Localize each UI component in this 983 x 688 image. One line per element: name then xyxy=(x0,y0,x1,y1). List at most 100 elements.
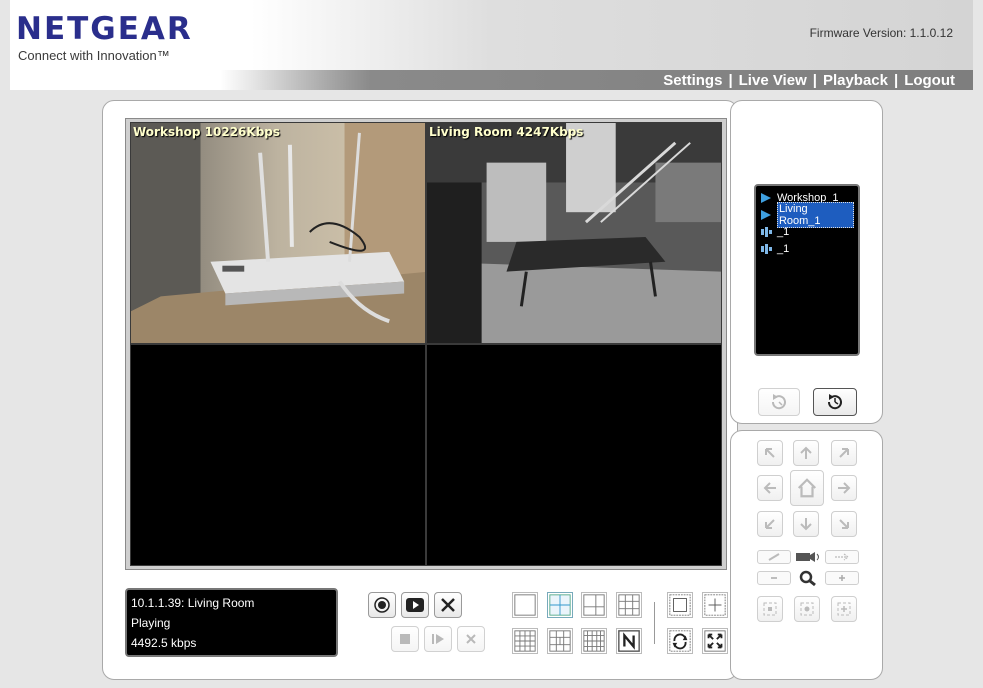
arrow-down-left-icon xyxy=(765,519,775,529)
close-button[interactable] xyxy=(457,626,485,652)
camera-list: Workshop_1 Living Room_1 _1 _1 xyxy=(754,184,860,356)
arrow-up-right-icon xyxy=(839,448,849,458)
layout-n-button[interactable] xyxy=(616,628,642,654)
layout-1plus3-button[interactable] xyxy=(581,592,607,618)
layout-grid-c-button[interactable] xyxy=(581,628,607,654)
layout-grid-b-icon xyxy=(549,630,571,652)
video-cell-living-room[interactable]: Living Room 4247Kbps xyxy=(426,122,722,344)
video-cell-empty[interactable] xyxy=(426,344,722,566)
layout-1x1-icon xyxy=(514,594,536,616)
ptz-down-left-button[interactable] xyxy=(757,511,783,537)
home-icon xyxy=(797,478,817,498)
arrow-right-small-icon xyxy=(835,553,849,561)
ptz-down-right-button[interactable] xyxy=(831,511,857,537)
layout-3x3-button[interactable] xyxy=(616,592,642,618)
nav-playback[interactable]: Playback xyxy=(823,72,888,89)
rotate-view-button[interactable] xyxy=(667,628,693,654)
ptz-settings-button[interactable] xyxy=(757,550,791,564)
zoom-in-button[interactable] xyxy=(825,571,859,585)
tools-button[interactable] xyxy=(434,592,462,618)
layout-1x1-button[interactable] xyxy=(512,592,538,618)
layout-2x2-icon xyxy=(549,594,571,616)
ptz-up-button[interactable] xyxy=(793,440,819,466)
stop-button[interactable] xyxy=(391,626,419,652)
firmware-version: Firmware Version: 1.1.0.12 xyxy=(809,26,953,40)
layout-grid-b-button[interactable] xyxy=(547,628,573,654)
video-cell-empty[interactable] xyxy=(130,344,426,566)
camera-label: Workshop 10226Kbps xyxy=(133,125,281,139)
minus-icon xyxy=(771,577,777,579)
ptz-right-button[interactable] xyxy=(831,475,857,501)
nav-settings[interactable]: Settings xyxy=(663,72,722,89)
arrow-down-right-icon xyxy=(839,519,849,529)
ptz-left-button[interactable] xyxy=(757,475,783,501)
play-icon xyxy=(761,209,771,220)
step-forward-button[interactable] xyxy=(424,626,452,652)
netgear-logo: NETGEAR Connect with Innovation™ xyxy=(16,11,193,64)
nav-logout[interactable]: Logout xyxy=(904,72,955,89)
layout-frame-b-button[interactable] xyxy=(702,592,728,618)
ptz-down-button[interactable] xyxy=(793,511,819,537)
living-room-video-feed xyxy=(427,123,721,343)
brand-name: NETGEAR xyxy=(16,11,193,47)
video-cell-workshop[interactable]: Workshop 10226Kbps xyxy=(130,122,426,344)
zoom-out-button[interactable] xyxy=(757,571,791,585)
brand-tagline: Connect with Innovation™ xyxy=(18,48,170,63)
refresh-icon xyxy=(827,394,842,410)
layout-frame-b-icon xyxy=(704,594,726,616)
arrow-right-icon xyxy=(838,482,851,494)
nav-separator: | xyxy=(812,71,817,89)
layout-4x4-button[interactable] xyxy=(512,628,538,654)
refresh-icon xyxy=(771,394,786,410)
focus-icon xyxy=(837,602,851,616)
ptz-up-right-button[interactable] xyxy=(831,440,857,466)
layout-n-icon xyxy=(618,630,640,652)
magnifier-icon xyxy=(798,569,818,587)
arrow-up-left-icon xyxy=(765,448,775,458)
record-button[interactable] xyxy=(368,592,396,618)
status-bitrate: 4492.5 kbps xyxy=(131,636,197,650)
status-box: 10.1.1.39: Living Room Playing 4492.5 kb… xyxy=(125,588,338,657)
layout-1plus3-icon xyxy=(583,594,605,616)
nav-separator: | xyxy=(728,71,733,89)
play-icon xyxy=(761,192,771,203)
video-play-icon xyxy=(406,598,424,612)
camera-list-label: Living Room_1 xyxy=(776,201,854,228)
status-state: Playing xyxy=(131,616,171,630)
audio-icon xyxy=(761,226,772,237)
record-icon xyxy=(374,597,390,613)
ptz-preset-button[interactable] xyxy=(825,550,859,564)
refresh-button[interactable] xyxy=(813,388,857,416)
plus-icon xyxy=(839,575,845,581)
workshop-video-feed xyxy=(131,123,425,343)
focus-far-button[interactable] xyxy=(831,596,857,622)
layout-grid-c-icon xyxy=(583,630,605,652)
fullscreen-button[interactable] xyxy=(702,628,728,654)
arrow-up-icon xyxy=(800,446,812,459)
refresh-disabled-button[interactable] xyxy=(758,388,800,416)
nav-live-view[interactable]: Live View xyxy=(739,72,807,89)
arrow-down-icon xyxy=(800,518,812,531)
wrench-icon xyxy=(768,553,780,561)
layout-2x2-button[interactable] xyxy=(547,592,573,618)
header: NETGEAR Connect with Innovation™ Firmwar… xyxy=(10,0,973,90)
nav-separator: | xyxy=(893,71,899,89)
focus-icon xyxy=(763,602,777,616)
audio-icon xyxy=(761,243,772,254)
focus-near-button[interactable] xyxy=(757,596,783,622)
focus-auto-button[interactable] xyxy=(794,596,820,622)
status-source: 10.1.1.39: Living Room xyxy=(131,596,255,610)
snapshot-button[interactable] xyxy=(401,592,429,618)
layout-4x4-icon xyxy=(514,630,536,652)
camera-list-item-selected[interactable]: Living Room_1 xyxy=(760,201,854,228)
step-forward-icon xyxy=(432,634,444,644)
tools-icon xyxy=(441,598,455,612)
arrow-left-icon xyxy=(763,482,776,494)
focus-icon xyxy=(800,602,814,616)
ptz-up-left-button[interactable] xyxy=(757,440,783,466)
camera-list-item[interactable]: _1 xyxy=(760,240,854,257)
ptz-home-button[interactable] xyxy=(790,470,824,506)
nav-bar: Settings | Live View | Playback | Logout xyxy=(220,70,973,90)
layout-3x3-icon xyxy=(618,594,640,616)
layout-frame-a-button[interactable] xyxy=(667,592,693,618)
